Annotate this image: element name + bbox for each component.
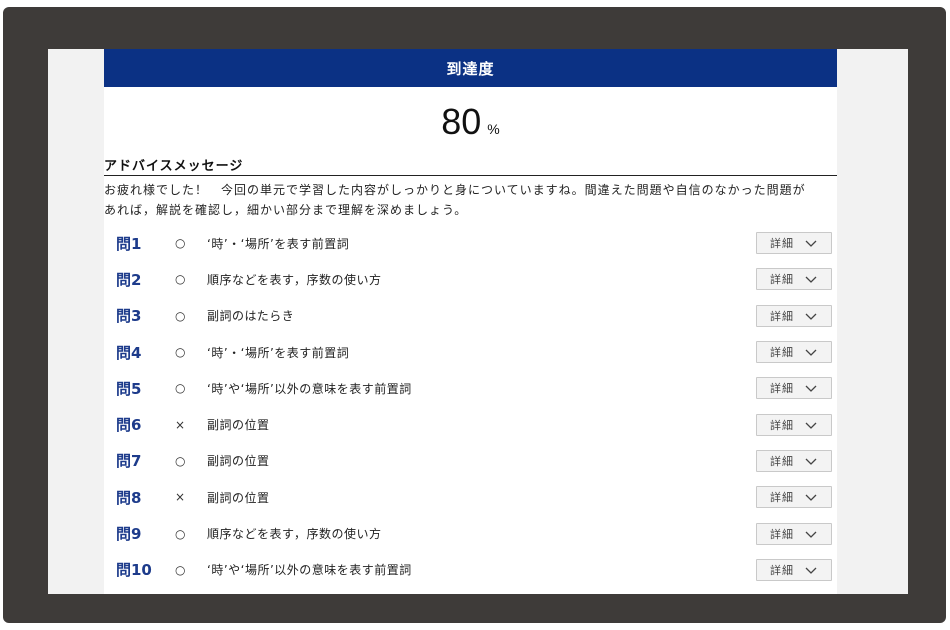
question-row: 問7 ○ 副詞の位置 詳細 bbox=[104, 443, 837, 479]
chevron-down-icon bbox=[805, 385, 817, 393]
detail-button-label: 詳細 bbox=[770, 454, 794, 468]
question-number: 問9 bbox=[116, 525, 142, 544]
chevron-down-icon bbox=[805, 276, 817, 284]
chevron-down-icon bbox=[805, 422, 817, 429]
question-topic: 副詞の位置 bbox=[207, 454, 270, 469]
detail-button-label: 詳細 bbox=[770, 563, 794, 577]
result-mark: ○ bbox=[175, 345, 186, 360]
advice-divider bbox=[104, 175, 837, 176]
advice-message: お疲れ様でした！ 今回の単元で学習した内容がしっかりと身についていますね。間違え… bbox=[104, 180, 837, 220]
detail-button[interactable]: 詳細 bbox=[756, 449, 832, 472]
chevron-down-icon bbox=[805, 567, 817, 574]
page-title: 到達度 bbox=[446, 59, 495, 78]
detail-button-label: 詳細 bbox=[770, 491, 794, 505]
result-mark: ○ bbox=[175, 526, 186, 541]
question-number: 問4 bbox=[116, 343, 142, 362]
advice-line: お疲れ様でした！ 今回の単元で学習した内容がしっかりと身についていますね。間違え… bbox=[104, 183, 806, 197]
question-number: 問1 bbox=[116, 234, 142, 253]
result-mark: ○ bbox=[175, 562, 186, 577]
detail-button-label: 詳細 bbox=[770, 309, 794, 323]
advice-heading: アドバイスメッセージ bbox=[104, 159, 244, 174]
question-number: 問2 bbox=[116, 270, 142, 289]
chevron-down-icon bbox=[805, 458, 817, 465]
detail-button[interactable]: 詳細 bbox=[756, 377, 832, 400]
result-mark: ○ bbox=[175, 381, 186, 396]
result-mark: ○ bbox=[175, 308, 186, 323]
chevron-down-icon bbox=[805, 313, 817, 320]
chevron-down-icon bbox=[805, 349, 817, 356]
detail-button[interactable]: 詳細 bbox=[756, 522, 832, 545]
question-topic: 副詞の位置 bbox=[207, 418, 270, 433]
result-mark: × bbox=[175, 417, 186, 432]
question-topic: ‘時’・‘場所’を表す前置詞 bbox=[207, 345, 350, 360]
detail-button[interactable]: 詳細 bbox=[756, 558, 832, 581]
detail-button[interactable]: 詳細 bbox=[756, 232, 832, 255]
question-number: 問7 bbox=[116, 452, 142, 471]
question-number: 問3 bbox=[116, 307, 142, 326]
question-topic: 副詞の位置 bbox=[207, 490, 270, 505]
device-frame: 到達度 80% アドバイスメッセージ お疲れ様でした！ 今回の単元で学習した内容… bbox=[3, 7, 946, 623]
detail-button-label: 詳細 bbox=[770, 346, 794, 360]
detail-button[interactable]: 詳細 bbox=[756, 341, 832, 364]
detail-button[interactable]: 詳細 bbox=[756, 304, 832, 327]
question-list: 問1 ○ ‘時’・‘場所’を表す前置詞 詳細 問2 ○ 順序などを表す，序数の使… bbox=[104, 225, 837, 588]
score-value: 80 bbox=[441, 101, 482, 142]
question-number: 問6 bbox=[116, 416, 142, 435]
detail-button-label: 詳細 bbox=[770, 527, 794, 541]
chevron-down-icon bbox=[805, 240, 817, 248]
question-topic: 順序などを表す，序数の使い方 bbox=[207, 272, 382, 287]
screen: 到達度 80% アドバイスメッセージ お疲れ様でした！ 今回の単元で学習した内容… bbox=[48, 49, 908, 594]
detail-button[interactable]: 詳細 bbox=[756, 486, 832, 509]
question-row: 問3 ○ 副詞のはたらき 詳細 bbox=[104, 298, 837, 334]
question-topic: 副詞のはたらき bbox=[207, 309, 295, 324]
question-row: 問9 ○ 順序などを表す，序数の使い方 詳細 bbox=[104, 515, 837, 551]
advice-line: あれば，解説を確認し，細かい部分まで理解を深めましょう。 bbox=[104, 203, 468, 217]
result-mark: ○ bbox=[175, 453, 186, 468]
detail-button-label: 詳細 bbox=[770, 418, 794, 432]
score-unit: % bbox=[487, 121, 500, 137]
chevron-down-icon bbox=[805, 494, 817, 502]
chevron-down-icon bbox=[805, 531, 817, 538]
question-row: 問1 ○ ‘時’・‘場所’を表す前置詞 詳細 bbox=[104, 225, 837, 261]
question-row: 問10 ○ ‘時’や‘場所’以外の意味を表す前置詞 詳細 bbox=[104, 552, 837, 588]
title-bar: 到達度 bbox=[104, 49, 837, 87]
detail-button[interactable]: 詳細 bbox=[756, 268, 832, 291]
detail-button-label: 詳細 bbox=[770, 382, 794, 396]
question-topic: ‘時’・‘場所’を表す前置詞 bbox=[207, 236, 350, 251]
question-row: 問5 ○ ‘時’や‘場所’以外の意味を表す前置詞 詳細 bbox=[104, 370, 837, 406]
detail-button-label: 詳細 bbox=[770, 273, 794, 287]
question-number: 問5 bbox=[116, 379, 142, 398]
question-topic: 順序などを表す，序数の使い方 bbox=[207, 527, 382, 542]
result-panel: 到達度 80% アドバイスメッセージ お疲れ様でした！ 今回の単元で学習した内容… bbox=[104, 49, 837, 594]
question-row: 問8 × 副詞の位置 詳細 bbox=[104, 479, 837, 515]
score-display: 80% bbox=[104, 101, 837, 143]
question-topic: ‘時’や‘場所’以外の意味を表す前置詞 bbox=[207, 381, 412, 396]
detail-button-label: 詳細 bbox=[770, 237, 794, 251]
question-row: 問6 × 副詞の位置 詳細 bbox=[104, 406, 837, 442]
question-row: 問2 ○ 順序などを表す，序数の使い方 詳細 bbox=[104, 261, 837, 297]
question-topic: ‘時’や‘場所’以外の意味を表す前置詞 bbox=[207, 563, 412, 578]
question-row: 問4 ○ ‘時’・‘場所’を表す前置詞 詳細 bbox=[104, 334, 837, 370]
result-mark: × bbox=[175, 490, 186, 505]
question-number: 問10 bbox=[116, 561, 152, 580]
detail-button[interactable]: 詳細 bbox=[756, 413, 832, 436]
question-number: 問8 bbox=[116, 488, 142, 507]
result-mark: ○ bbox=[175, 272, 186, 287]
result-mark: ○ bbox=[175, 236, 186, 251]
